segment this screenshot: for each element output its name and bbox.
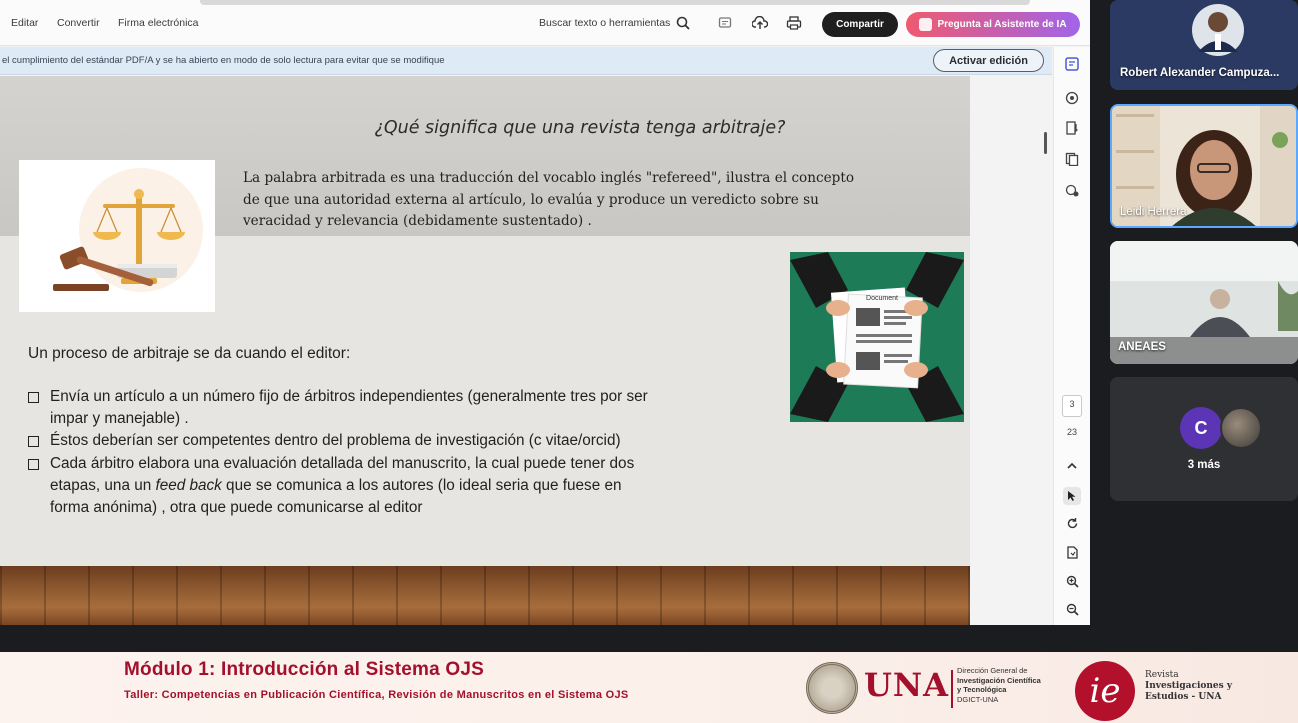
rotate-icon[interactable]	[1063, 514, 1081, 532]
bullet-line: etapas, una un feed back que se comunica…	[50, 475, 788, 497]
comment-icon[interactable]	[716, 14, 734, 32]
una-logo: UNA	[864, 666, 949, 704]
participant-name: ANEAES	[1118, 341, 1166, 353]
list-item: Envía un artículo a un número fijo de ár…	[28, 386, 788, 430]
bullet-list: Envía un artículo a un número fijo de ár…	[28, 386, 788, 519]
participant-tile-more[interactable]: C 3 más	[1110, 377, 1298, 501]
justice-scale-illustration	[19, 160, 215, 312]
page-fit-icon[interactable]	[1063, 543, 1081, 561]
journal-line: Revista	[1145, 670, 1179, 680]
participant-avatar-photo	[1220, 407, 1262, 449]
slide-page: ¿Qué significa que una revista tenga arb…	[0, 76, 970, 625]
select-cursor-icon[interactable]	[1063, 487, 1081, 505]
zoom-in-icon[interactable]	[1063, 572, 1081, 590]
bullet-line: impar y manejable) .	[50, 410, 189, 428]
viewer-toolbar: Editar Convertir Firma electrónica Busca…	[0, 0, 1090, 46]
ai-assistant-icon	[919, 18, 933, 31]
bullet-line: Éstos deberían ser competentes dentro de…	[50, 432, 621, 450]
share-button[interactable]: Compartir	[822, 12, 898, 37]
dgict-line: Dirección General de	[957, 666, 1028, 675]
dgict-line: Investigación Científica	[957, 675, 1041, 685]
top-scroll-indicator	[200, 0, 1030, 5]
pdf-viewer: Editar Convertir Firma electrónica Busca…	[0, 0, 1090, 625]
journal-line: Estudios - UNA	[1145, 692, 1222, 702]
definition-paragraph: La palabra arbitrada es una traducción d…	[243, 168, 903, 233]
bullet-line: Cada árbitro elabora una evaluación deta…	[50, 454, 635, 472]
una-divider	[951, 670, 953, 708]
process-intro: Un proceso de arbitraje se da cuando el …	[28, 345, 351, 362]
enable-editing-button[interactable]: Activar edición	[933, 49, 1044, 72]
menu-firma-electronica[interactable]: Firma electrónica	[118, 17, 199, 29]
copy-pages-icon[interactable]	[1063, 150, 1081, 168]
vertical-scrollbar[interactable]	[1044, 132, 1047, 154]
participant-name: Leidi Herrera	[1120, 206, 1187, 218]
list-item: Éstos deberían ser competentes dentro de…	[28, 430, 788, 452]
module-title: Módulo 1: Introducción al Sistema OJS	[124, 659, 485, 680]
current-page-number: 3	[1069, 399, 1075, 409]
ai-assistant-button[interactable]: Pregunta al Asistente de IA	[906, 12, 1080, 37]
participant-tile-aneaes[interactable]: ANEAES	[1110, 241, 1298, 364]
panel-toggle-icon[interactable]	[1063, 55, 1081, 73]
zoom-out-icon[interactable]	[1063, 600, 1081, 618]
bookmark-icon[interactable]	[1063, 119, 1081, 137]
participant-tile-leidi-active[interactable]: Leidi Herrera	[1110, 104, 1298, 228]
journal-line: Investigaciones y	[1145, 681, 1233, 691]
participant-tile-robert[interactable]: Robert Alexander Campuza...	[1110, 0, 1298, 90]
journal-label: Revista Investigaciones y Estudios - UNA	[1145, 670, 1265, 703]
search-tools-label[interactable]: Buscar texto o herramientas	[539, 17, 670, 29]
dgict-line: DGICT-UNA	[957, 694, 999, 704]
bullet-line: forma anónima) , otra que puede comunica…	[50, 499, 423, 517]
right-tool-rail: 3 23	[1053, 47, 1090, 625]
ai-chat-icon[interactable]	[1063, 89, 1081, 107]
menu-convertir[interactable]: Convertir	[57, 17, 100, 29]
readonly-notice-bar: el cumplimiento del estándar PDF/A y se …	[0, 47, 1052, 75]
paragraph-line: veracidad y relevancia (debidamente sust…	[243, 213, 592, 229]
accessibility-icon[interactable]	[1063, 181, 1081, 199]
bullet-text: etapas, una un	[50, 476, 156, 494]
total-pages: 23	[1066, 427, 1077, 437]
participants-panel: Robert Alexander Campuza... Leidi Herrer…	[1102, 0, 1298, 625]
readonly-notice-text: el cumplimiento del estándar PDF/A y se …	[2, 55, 445, 66]
participant-name: Robert Alexander Campuza...	[1120, 67, 1280, 79]
document-label: Document	[866, 295, 898, 302]
paragraph-line: de que una autoridad externa al artículo…	[243, 191, 819, 208]
paragraph-line: La palabra arbitrada es una traducción d…	[243, 170, 855, 186]
checkbox-bullet-icon	[28, 436, 39, 448]
dgict-line: y Tecnológica	[957, 685, 1007, 694]
slide-title: ¿Qué significa que una revista tenga arb…	[374, 118, 786, 138]
list-item: Cada árbitro elabora una evaluación deta…	[28, 453, 788, 520]
bullet-text: que se comunica a los autores (lo ideal …	[221, 476, 622, 494]
checkbox-bullet-icon	[28, 392, 39, 403]
wooden-floor-decoration	[0, 566, 970, 625]
checkbox-bullet-icon	[28, 458, 39, 470]
ai-assistant-label: Pregunta al Asistente de IA	[937, 19, 1067, 30]
document-exchange-illustration: Document	[790, 252, 964, 422]
search-icon[interactable]	[674, 14, 692, 32]
participant-avatar: C	[1180, 407, 1222, 449]
bullet-emphasis: feed back	[155, 476, 222, 494]
more-participants-label: 3 más	[1187, 459, 1221, 471]
bullet-line: Envía un artículo a un número fijo de ár…	[50, 388, 648, 405]
ie-journal-logo: ie	[1075, 661, 1135, 721]
upload-cloud-icon[interactable]	[751, 14, 769, 32]
print-icon[interactable]	[785, 14, 803, 32]
una-seal-logo	[806, 662, 858, 714]
course-banner: Módulo 1: Introducción al Sistema OJS Ta…	[0, 652, 1298, 723]
chevron-up-icon[interactable]	[1063, 457, 1081, 475]
menu-editar[interactable]: Editar	[11, 17, 38, 29]
dgict-label: Dirección General de Investigación Cient…	[957, 666, 1067, 704]
workshop-subtitle: Taller: Competencias en Publicación Cien…	[124, 689, 629, 701]
